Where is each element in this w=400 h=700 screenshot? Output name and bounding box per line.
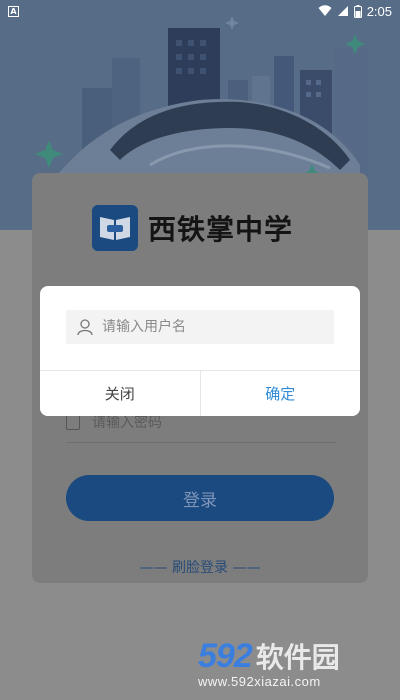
battery-icon: [353, 4, 362, 18]
close-button[interactable]: 关闭: [40, 371, 201, 416]
username-dialog: 关闭 确定: [40, 286, 360, 416]
app-notification-icon: A: [8, 5, 19, 17]
watermark: 592 软件园 www.592xiazai.com: [198, 636, 340, 689]
user-icon: [77, 319, 93, 336]
username-field[interactable]: [66, 310, 334, 344]
username-input[interactable]: [102, 319, 322, 335]
brand-header: 西铁掌中学: [92, 205, 293, 251]
confirm-button[interactable]: 确定: [200, 371, 360, 416]
status-bar: A 2:05: [0, 0, 400, 22]
watermark-text: 软件园: [255, 641, 340, 674]
face-login-link[interactable]: —— 刷脸登录 ——: [32, 557, 368, 577]
wifi-icon: [318, 5, 332, 16]
app-title: 西铁掌中学: [148, 213, 294, 246]
watermark-numbers: 592: [198, 637, 253, 675]
app-logo-icon: [92, 205, 138, 251]
watermark-url: www.592xiazai.com: [198, 674, 321, 689]
clock: 2:05: [366, 3, 392, 19]
signal-icon: [337, 6, 348, 16]
login-button[interactable]: 登录: [66, 475, 334, 521]
dialog-actions: 关闭 确定: [40, 370, 360, 416]
